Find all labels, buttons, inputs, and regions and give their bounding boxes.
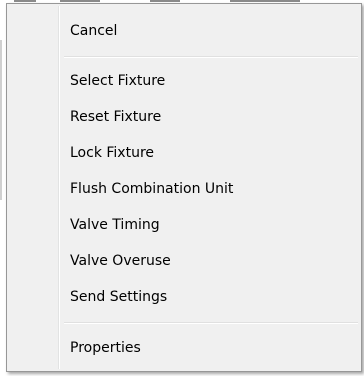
background-fragment — [230, 0, 300, 2]
screen: Cancel Select Fixture Reset Fixture Lock… — [0, 0, 364, 376]
background-fragment — [14, 0, 36, 2]
menu-item-label: Properties — [70, 340, 141, 356]
menu-separator — [64, 56, 358, 58]
menu-separator — [64, 322, 358, 324]
menu-item-valve-overuse[interactable]: Valve Overuse — [10, 246, 358, 276]
menu-item-properties[interactable]: Properties — [10, 333, 358, 363]
menu-item-cancel[interactable]: Cancel — [10, 16, 358, 46]
menu-item-label: Flush Combination Unit — [70, 181, 234, 197]
background-window-edge — [0, 40, 2, 200]
menu-item-flush-combination-unit[interactable]: Flush Combination Unit — [10, 174, 358, 204]
menu-item-label: Send Settings — [70, 289, 168, 305]
menu-item-label: Cancel — [70, 23, 118, 39]
menu-item-send-settings[interactable]: Send Settings — [10, 282, 358, 312]
menu-item-label: Reset Fixture — [70, 109, 162, 125]
menu-item-valve-timing[interactable]: Valve Timing — [10, 210, 358, 240]
menu-item-lock-fixture[interactable]: Lock Fixture — [10, 138, 358, 168]
menu-item-label: Valve Overuse — [70, 253, 171, 269]
menu-item-label: Valve Timing — [70, 217, 160, 233]
menu-item-select-fixture[interactable]: Select Fixture — [10, 66, 358, 96]
background-fragment — [150, 0, 180, 2]
context-menu: Cancel Select Fixture Reset Fixture Lock… — [6, 3, 362, 372]
background-fragment — [60, 0, 100, 2]
menu-item-reset-fixture[interactable]: Reset Fixture — [10, 102, 358, 132]
menu-item-label: Lock Fixture — [70, 145, 155, 161]
menu-item-label: Select Fixture — [70, 73, 166, 89]
